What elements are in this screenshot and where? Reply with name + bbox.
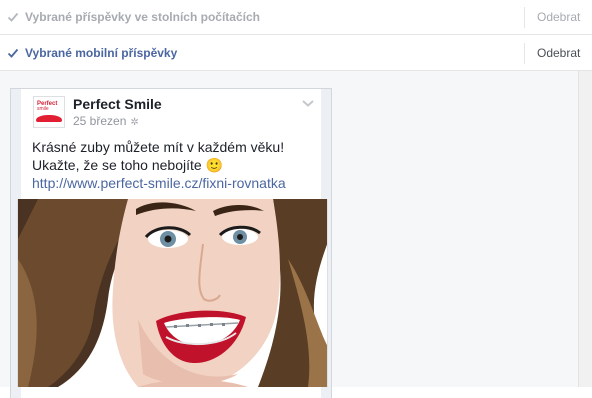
scrollbar[interactable] [578, 71, 592, 387]
post-date[interactable]: 25 březen ✲ [73, 114, 139, 128]
post-text-line-1: Krásné zuby můžete mít v každém věku! [32, 139, 285, 155]
divider [524, 43, 525, 64]
page-avatar[interactable]: Perfect smile [33, 96, 65, 128]
settings-row-mobile-posts: Vybrané mobilní příspěvky Odebrat [0, 36, 592, 71]
divider [524, 7, 525, 28]
remove-desktop-posts-button[interactable]: Odebrat [537, 0, 580, 35]
checkmark-icon [7, 12, 19, 22]
globe-icon: ✲ [130, 117, 139, 128]
smiley-emoji: 🙂 [205, 157, 223, 173]
post-text-line-2: Ukažte, že se toho nebojíte 🙂 [32, 156, 286, 174]
chevron-down-icon[interactable] [301, 98, 315, 108]
post-link[interactable]: http://www.perfect-smile.cz/fixni-rovnat… [32, 174, 286, 192]
settings-row-desktop-posts: Vybrané příspěvky ve stolních počítačích… [0, 0, 592, 35]
woman-portrait-illustration [18, 199, 327, 387]
post-text: Krásné zuby můžete mít v každém věku! Uk… [32, 138, 286, 192]
remove-mobile-posts-button[interactable]: Odebrat [537, 36, 580, 71]
post-image[interactable] [17, 199, 328, 387]
logo-text-sub: smile [37, 106, 49, 112]
mobile-posts-label: Vybrané mobilní příspěvky [25, 46, 178, 60]
desktop-posts-label: Vybrané příspěvky ve stolních počítačích [25, 10, 260, 24]
post-text-line-2-content: Ukažte, že se toho nebojíte [32, 157, 202, 173]
logo-swoosh [36, 115, 62, 122]
page-name-link[interactable]: Perfect Smile [73, 96, 162, 112]
post-date-text: 25 březen [73, 114, 127, 128]
checkmark-icon [7, 48, 19, 58]
